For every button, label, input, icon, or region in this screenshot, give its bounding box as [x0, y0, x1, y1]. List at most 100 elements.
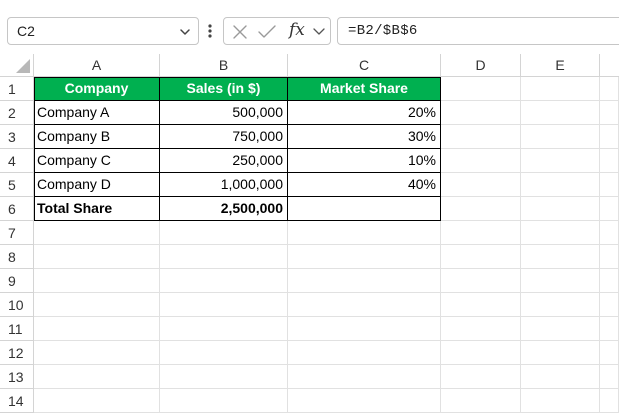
- column-header-e[interactable]: E: [521, 54, 600, 77]
- cell-a4[interactable]: Company C: [34, 149, 160, 173]
- empty-cell[interactable]: [600, 365, 619, 389]
- cell-a1-header-company[interactable]: Company: [34, 77, 160, 101]
- empty-cell[interactable]: [600, 317, 619, 341]
- empty-cell[interactable]: [441, 245, 521, 269]
- empty-cell[interactable]: [600, 77, 619, 101]
- empty-cell[interactable]: [288, 317, 441, 341]
- empty-cell[interactable]: [600, 173, 619, 197]
- empty-cell[interactable]: [521, 125, 600, 149]
- empty-cell[interactable]: [34, 317, 160, 341]
- cell-c3[interactable]: 30%: [288, 125, 441, 149]
- row-header-4[interactable]: 4: [0, 149, 34, 173]
- cell-c2[interactable]: 20%: [288, 101, 441, 125]
- empty-cell[interactable]: [441, 317, 521, 341]
- row-header-8[interactable]: 8: [0, 245, 34, 269]
- empty-cell[interactable]: [160, 341, 288, 365]
- cell-c1-header-market-share[interactable]: Market Share: [288, 77, 441, 101]
- empty-cell[interactable]: [288, 365, 441, 389]
- row-header-9[interactable]: 9: [0, 269, 34, 293]
- empty-cell[interactable]: [600, 341, 619, 365]
- empty-cell[interactable]: [441, 389, 521, 413]
- row-header-11[interactable]: 11: [0, 317, 34, 341]
- empty-cell[interactable]: [521, 269, 600, 293]
- cell-b6-total-value[interactable]: 2,500,000: [160, 197, 288, 221]
- cell-c4[interactable]: 10%: [288, 149, 441, 173]
- empty-cell[interactable]: [441, 197, 521, 221]
- cell-a3[interactable]: Company B: [34, 125, 160, 149]
- empty-cell[interactable]: [521, 317, 600, 341]
- chevron-down-icon[interactable]: [312, 26, 326, 38]
- column-header-d[interactable]: D: [441, 54, 521, 77]
- empty-cell[interactable]: [521, 101, 600, 125]
- cancel-icon[interactable]: [231, 23, 249, 41]
- row-header-6[interactable]: 6: [0, 197, 34, 221]
- column-header-a[interactable]: A: [34, 54, 160, 77]
- row-header-14[interactable]: 14: [0, 389, 34, 413]
- cell-b2[interactable]: 500,000: [160, 101, 288, 125]
- empty-cell[interactable]: [160, 389, 288, 413]
- empty-cell[interactable]: [441, 125, 521, 149]
- empty-cell[interactable]: [600, 269, 619, 293]
- empty-cell[interactable]: [160, 317, 288, 341]
- empty-cell[interactable]: [600, 149, 619, 173]
- empty-cell[interactable]: [288, 389, 441, 413]
- cell-a6-total-label[interactable]: Total Share: [34, 197, 160, 221]
- empty-cell[interactable]: [600, 101, 619, 125]
- empty-cell[interactable]: [521, 341, 600, 365]
- empty-cell[interactable]: [600, 221, 619, 245]
- select-all-corner[interactable]: [0, 54, 34, 77]
- empty-cell[interactable]: [441, 365, 521, 389]
- empty-cell[interactable]: [441, 221, 521, 245]
- empty-cell[interactable]: [600, 125, 619, 149]
- empty-cell[interactable]: [521, 221, 600, 245]
- cell-a2[interactable]: Company A: [34, 101, 160, 125]
- empty-cell[interactable]: [521, 197, 600, 221]
- row-header-12[interactable]: 12: [0, 341, 34, 365]
- empty-cell[interactable]: [600, 197, 619, 221]
- row-header-13[interactable]: 13: [0, 365, 34, 389]
- cell-c6[interactable]: [288, 197, 441, 221]
- empty-cell[interactable]: [521, 365, 600, 389]
- empty-cell[interactable]: [521, 149, 600, 173]
- column-header-c[interactable]: C: [288, 54, 441, 77]
- empty-cell[interactable]: [160, 245, 288, 269]
- cell-b1-header-sales[interactable]: Sales (in $): [160, 77, 288, 101]
- empty-cell[interactable]: [441, 293, 521, 317]
- empty-cell[interactable]: [600, 293, 619, 317]
- cell-c5[interactable]: 40%: [288, 173, 441, 197]
- cell-a5[interactable]: Company D: [34, 173, 160, 197]
- row-header-10[interactable]: 10: [0, 293, 34, 317]
- cell-b3[interactable]: 750,000: [160, 125, 288, 149]
- empty-cell[interactable]: [34, 245, 160, 269]
- empty-cell[interactable]: [160, 221, 288, 245]
- empty-cell[interactable]: [34, 269, 160, 293]
- empty-cell[interactable]: [441, 101, 521, 125]
- empty-cell[interactable]: [34, 341, 160, 365]
- empty-cell[interactable]: [441, 149, 521, 173]
- empty-cell[interactable]: [288, 221, 441, 245]
- empty-cell[interactable]: [160, 365, 288, 389]
- formula-input[interactable]: =B2/$B$6: [337, 17, 619, 45]
- empty-cell[interactable]: [160, 293, 288, 317]
- name-box[interactable]: C2: [7, 17, 199, 45]
- empty-cell[interactable]: [34, 365, 160, 389]
- empty-cell[interactable]: [34, 293, 160, 317]
- empty-cell[interactable]: [441, 77, 521, 101]
- row-header-3[interactable]: 3: [0, 125, 34, 149]
- row-header-1[interactable]: 1: [0, 77, 34, 101]
- row-header-5[interactable]: 5: [0, 173, 34, 197]
- empty-cell[interactable]: [34, 389, 160, 413]
- more-options-icon[interactable]: [205, 20, 215, 42]
- empty-cell[interactable]: [288, 245, 441, 269]
- empty-cell[interactable]: [600, 389, 619, 413]
- empty-cell[interactable]: [521, 173, 600, 197]
- chevron-down-icon[interactable]: [178, 25, 192, 39]
- empty-cell[interactable]: [521, 245, 600, 269]
- column-header-f[interactable]: [600, 54, 619, 77]
- cell-b4[interactable]: 250,000: [160, 149, 288, 173]
- row-header-7[interactable]: 7: [0, 221, 34, 245]
- row-header-2[interactable]: 2: [0, 101, 34, 125]
- empty-cell[interactable]: [521, 293, 600, 317]
- empty-cell[interactable]: [288, 269, 441, 293]
- empty-cell[interactable]: [288, 293, 441, 317]
